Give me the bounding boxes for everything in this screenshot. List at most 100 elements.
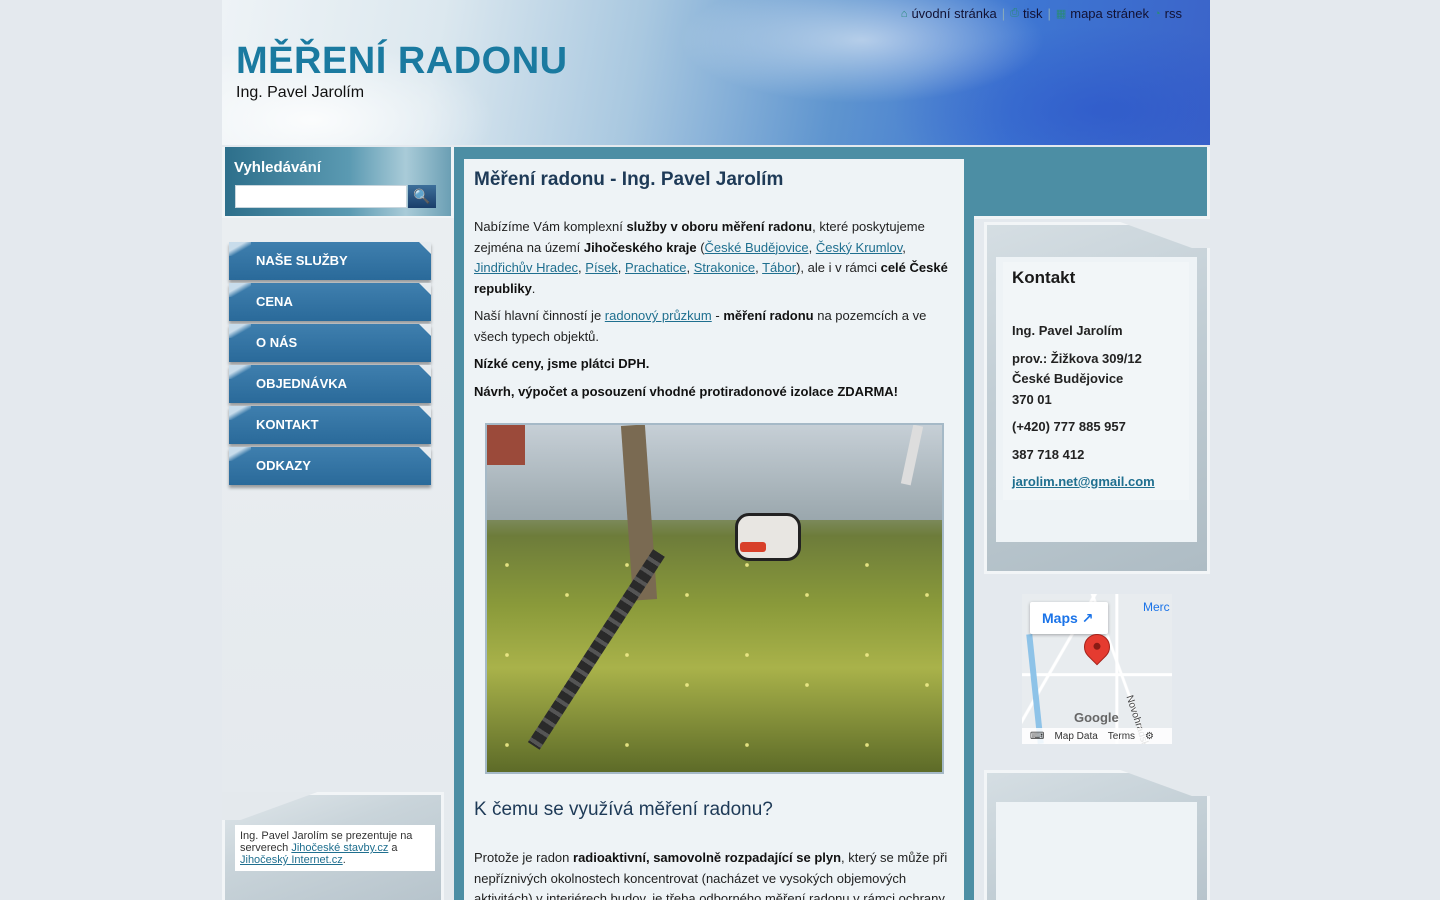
rss-icon: ◔ [1154, 7, 1161, 20]
photo-roof [487, 425, 525, 465]
right-bottom-inner [996, 802, 1197, 900]
prices-paragraph: Nízké ceny, jsme plátci DPH. [474, 354, 954, 375]
contact-email-link[interactable]: jarolim.net@gmail.com [1012, 474, 1155, 489]
text: ), ale i v rámci [796, 260, 881, 275]
address-line: 370 01 [1012, 391, 1052, 407]
magnifier-icon: 🔍 [413, 188, 431, 204]
text: . [531, 280, 536, 296]
bold-text: radioaktivní, samovolně rozpadající se p… [573, 850, 842, 865]
keyboard-icon[interactable]: ⌨ [1030, 731, 1044, 742]
google-logo: Google [1074, 710, 1119, 725]
topnav-print-link[interactable]: ⎙ tisk [1010, 6, 1042, 21]
footer-note-text: a [388, 842, 398, 854]
text: , [808, 239, 816, 255]
search-input[interactable] [235, 185, 407, 208]
print-icon: ⎙ [1010, 7, 1019, 19]
city-link-strakonice[interactable]: Strakonice [694, 260, 755, 275]
map-terms-link[interactable]: Terms [1108, 731, 1135, 742]
menu-item-order[interactable]: OBJEDNÁVKA [229, 365, 431, 403]
contact-email-row: jarolim.net@gmail.com [1012, 472, 1189, 493]
insulation-paragraph: Návrh, výpočet a posouzení vhodné protir… [474, 382, 954, 403]
footer-link-jihoceske-stavby[interactable]: Jihočeské stavby.cz [291, 842, 388, 854]
city-link-cesky-krumlov[interactable]: Český Krumlov [816, 240, 902, 255]
topnav-home-link[interactable]: ⌂ úvodní stránka [901, 6, 997, 21]
topnav-sitemap-link[interactable]: ▦ mapa stránek [1056, 6, 1149, 21]
bold-text: Nízké ceny, jsme plátci DPH. [474, 356, 650, 371]
contact-title: Kontakt [1012, 268, 1076, 287]
text: Nabízíme Vám komplexní [474, 219, 627, 234]
topnav-sitemap-label: mapa stránek [1070, 6, 1149, 21]
contact-phone-landline: 387 718 412 [1012, 446, 1085, 462]
page: MĚŘENÍ RADONU Ing. Pavel Jarolím ⌂ úvodn… [222, 0, 1210, 900]
contact-phone-mobile: (+420) 777 885 957 [1012, 419, 1126, 434]
main-content: Měření radonu - Ing. Pavel Jarolím Nabíz… [464, 159, 964, 900]
photo-sky [487, 425, 942, 520]
text: ( [696, 239, 705, 255]
google-map[interactable]: Maps ↗ Merc Novohradská Google ⌨ Map Dat… [1022, 594, 1172, 744]
city-link-pisek[interactable]: Písek [585, 260, 618, 275]
topnav-rss-label: rss [1164, 6, 1182, 21]
map-pin-icon[interactable] [1078, 628, 1116, 666]
sitemap-icon: ▦ [1055, 8, 1067, 20]
intro-paragraph: Nabízíme Vám komplexní služby v oboru mě… [474, 217, 954, 299]
contact-card: Kontakt Ing. Pavel Jarolím prov.: Žižkov… [1003, 262, 1189, 500]
home-icon: ⌂ [900, 7, 908, 20]
right-top-panel [974, 147, 1210, 219]
menu-item-price[interactable]: CENA [229, 283, 431, 321]
activity-paragraph: Naší hlavní činností je radonový průzkum… [474, 306, 954, 347]
contact-box: Kontakt Ing. Pavel Jarolím prov.: Žižkov… [984, 222, 1210, 574]
footer-note-text: . [342, 854, 346, 866]
site-subtitle: Ing. Pavel Jarolím [236, 84, 365, 101]
city-link-jindrichuv-hradec[interactable]: Jindřichův Hradec [474, 260, 578, 275]
bold-text: měření radonu [723, 308, 814, 323]
text: , [902, 239, 906, 255]
city-link-ceske-budejovice[interactable]: České Budějovice [705, 240, 809, 255]
map-attribution: ⌨ Map Data Terms ⚙ [1022, 728, 1172, 744]
text: Protože je radon [474, 850, 574, 865]
maps-button-label: Maps [1042, 610, 1078, 626]
text: Naší hlavní činností je [474, 308, 605, 323]
search-button[interactable]: 🔍 [408, 185, 436, 208]
topnav-print-label: tisk [1022, 6, 1043, 21]
address-line: prov.: Žižkova 309/12 [1012, 350, 1142, 366]
bold-text: služby v oboru měření radonu [626, 219, 813, 234]
menu-item-links[interactable]: ODKAZY [229, 447, 431, 485]
main-menu: NAŠE SLUŽBY CENA O NÁS OBJEDNÁVKA KONTAK… [229, 242, 431, 488]
section-heading: K čemu se využívá měření radonu? [474, 799, 773, 820]
menu-item-contact[interactable]: KONTAKT [229, 406, 431, 444]
topnav-separator: | [1001, 6, 1006, 21]
top-navigation: ⌂ úvodní stránka | ⎙ tisk | ▦ mapa strán… [901, 6, 1182, 21]
header: MĚŘENÍ RADONU Ing. Pavel Jarolím ⌂ úvodn… [222, 0, 1210, 145]
radon-drill-photo [485, 423, 944, 774]
topnav-rss-link[interactable]: ◔ rss [1154, 6, 1182, 21]
topnav-separator: | [1047, 6, 1051, 21]
bold-text: Návrh, výpočet a posouzení vhodné protir… [474, 383, 899, 399]
photo-engine [735, 513, 801, 561]
text: , [686, 260, 694, 275]
footer-note: Ing. Pavel Jarolím se prezentuje na serv… [235, 825, 435, 871]
footer-link-jihocesky-internet[interactable]: Jihočeský Internet.cz [240, 854, 343, 866]
contact-address: prov.: Žižkova 309/12 České Budějovice 3… [1012, 349, 1189, 411]
site-title[interactable]: MĚŘENÍ RADONU [236, 40, 568, 83]
radon-survey-link[interactable]: radonový průzkum [605, 308, 712, 323]
page-title: Měření radonu - Ing. Pavel Jarolím [474, 169, 784, 190]
gear-icon[interactable]: ⚙ [1145, 731, 1154, 742]
text: , [617, 260, 626, 275]
external-link-icon: ↗ [1081, 610, 1094, 626]
city-link-prachatice[interactable]: Prachatice [625, 260, 686, 275]
maps-button[interactable]: Maps ↗ [1030, 602, 1108, 634]
menu-item-services[interactable]: NAŠE SLUŽBY [229, 242, 431, 280]
contact-inner: Kontakt Ing. Pavel Jarolím prov.: Žižkov… [996, 257, 1197, 542]
search-box: Vyhledávání 🔍 [222, 147, 454, 219]
menu-item-about[interactable]: O NÁS [229, 324, 431, 362]
address-line: České Budějovice [1012, 371, 1124, 386]
left-footer-box: Ing. Pavel Jarolím se prezentuje na serv… [222, 792, 444, 900]
text: - [711, 308, 724, 323]
contact-name: Ing. Pavel Jarolím [1012, 323, 1123, 338]
right-bottom-box [984, 770, 1210, 900]
map-place-label: Merc [1143, 600, 1170, 614]
city-link-tabor[interactable]: Tábor [762, 260, 796, 275]
photo-flowers [487, 535, 942, 772]
search-label: Vyhledávání [234, 159, 321, 176]
map-data-link[interactable]: Map Data [1054, 731, 1097, 742]
